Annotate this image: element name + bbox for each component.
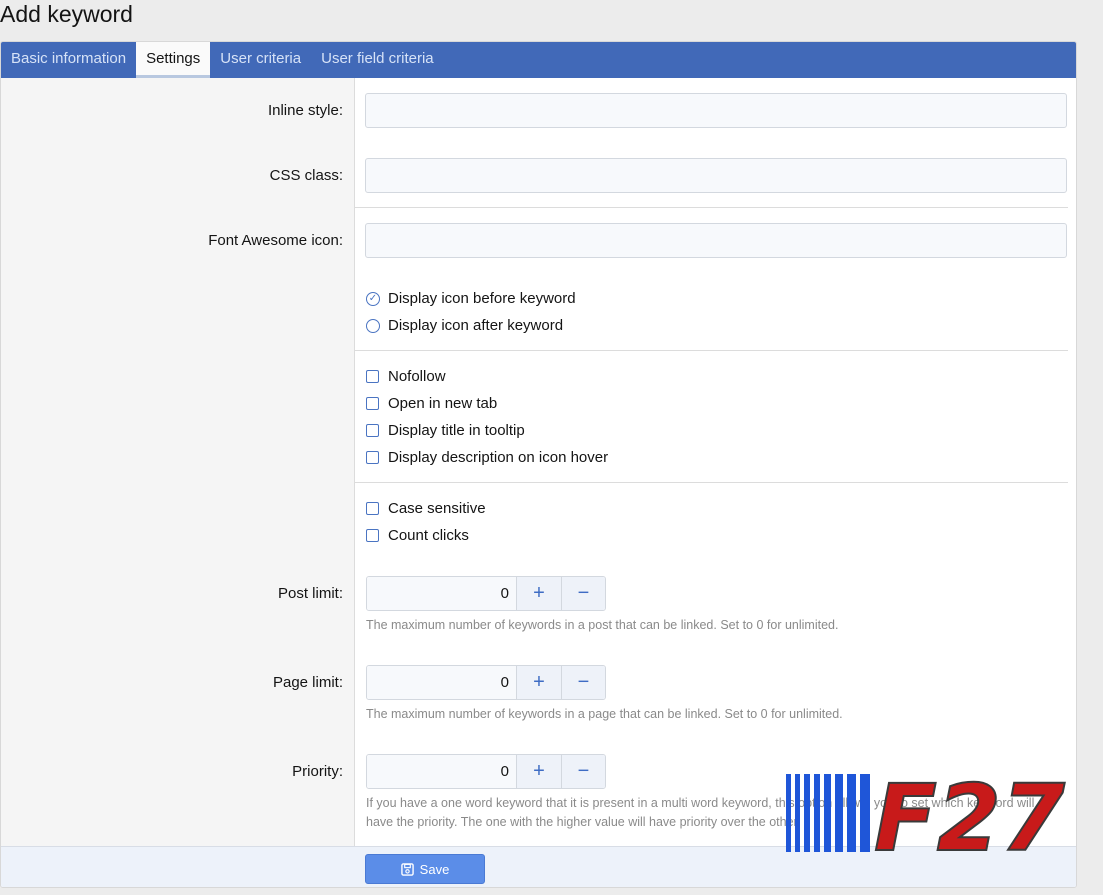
tab-bar: Basic information Settings User criteria… (1, 42, 1076, 78)
page-limit-stepper: 0 + − (366, 665, 606, 700)
post-limit-decrement-button[interactable]: − (561, 577, 605, 610)
checkbox-icon (366, 451, 379, 464)
checkbox-label: Open in new tab (388, 395, 498, 412)
page-limit-hint: The maximum number of keywords in a page… (366, 707, 843, 721)
save-button[interactable]: Save (365, 854, 485, 884)
font-awesome-input[interactable] (365, 223, 1067, 258)
radio-label: Display icon before keyword (388, 290, 576, 307)
priority-input[interactable]: 0 (367, 755, 517, 788)
page-limit-label: Page limit: (272, 674, 343, 691)
radio-icon-before[interactable]: ✓ Display icon before keyword (366, 290, 576, 307)
checkbox-nofollow[interactable]: Nofollow (366, 368, 446, 385)
page-limit-decrement-button[interactable]: − (561, 666, 605, 699)
plus-icon: + (533, 582, 545, 604)
checkbox-icon (366, 502, 379, 515)
minus-icon: − (577, 671, 590, 693)
tab-settings[interactable]: Settings (136, 42, 211, 78)
checkbox-title-tooltip[interactable]: Display title in tooltip (366, 422, 525, 439)
checkbox-label: Display title in tooltip (388, 422, 525, 439)
checkbox-description-hover[interactable]: Display description on icon hover (366, 449, 608, 466)
checkbox-icon (366, 424, 379, 437)
radio-label: Display icon after keyword (388, 317, 564, 334)
divider (355, 350, 1068, 351)
tab-user-criteria[interactable]: User criteria (210, 42, 311, 78)
page-limit-increment-button[interactable]: + (517, 666, 561, 699)
priority-stepper: 0 + − (366, 754, 606, 789)
tab-user-field-criteria[interactable]: User field criteria (311, 42, 444, 78)
page-title: Add keyword (0, 1, 133, 27)
label-column (1, 78, 355, 846)
inline-style-input[interactable] (365, 93, 1067, 128)
watermark-text: F27 (874, 768, 1065, 860)
floppy-disk-icon (400, 862, 414, 876)
checkbox-open-new-tab[interactable]: Open in new tab (366, 395, 497, 412)
post-limit-stepper: 0 + − (366, 576, 606, 611)
save-button-label: Save (419, 861, 450, 877)
font-awesome-label: Font Awesome icon: (208, 232, 343, 249)
priority-label: Priority: (292, 763, 343, 780)
priority-decrement-button[interactable]: − (561, 755, 605, 788)
checkbox-label: Display description on icon hover (388, 449, 609, 466)
checkbox-label: Nofollow (388, 368, 446, 385)
checkbox-icon (366, 529, 379, 542)
priority-increment-button[interactable]: + (517, 755, 561, 788)
page-limit-input[interactable]: 0 (367, 666, 517, 699)
css-class-input[interactable] (365, 158, 1067, 193)
post-limit-label: Post limit: (277, 585, 343, 602)
divider (355, 207, 1068, 208)
radio-icon-after[interactable]: Display icon after keyword (366, 317, 563, 334)
checkbox-label: Case sensitive (388, 500, 486, 517)
minus-icon: − (577, 582, 590, 604)
checkbox-icon (366, 370, 379, 383)
plus-icon: + (533, 760, 545, 782)
tab-basic-information[interactable]: Basic information (1, 42, 136, 78)
minus-icon: − (577, 760, 590, 782)
checkbox-label: Count clicks (388, 527, 469, 544)
checkbox-case-sensitive[interactable]: Case sensitive (366, 500, 486, 517)
checkbox-count-clicks[interactable]: Count clicks (366, 527, 469, 544)
f27-watermark-logo: F27 (786, 768, 1066, 860)
post-limit-hint: The maximum number of keywords in a post… (366, 618, 839, 632)
css-class-label: CSS class: (269, 167, 343, 184)
radio-unchecked-icon (366, 318, 380, 333)
radio-checked-icon: ✓ (366, 291, 380, 306)
settings-panel: Basic information Settings User criteria… (0, 41, 1077, 888)
form-body: Inline style: CSS class: Font Awesome ic… (1, 78, 1076, 846)
post-limit-increment-button[interactable]: + (517, 577, 561, 610)
checkbox-icon (366, 397, 379, 410)
post-limit-input[interactable]: 0 (367, 577, 517, 610)
plus-icon: + (533, 671, 545, 693)
divider (355, 482, 1068, 483)
inline-style-label: Inline style: (267, 102, 343, 119)
